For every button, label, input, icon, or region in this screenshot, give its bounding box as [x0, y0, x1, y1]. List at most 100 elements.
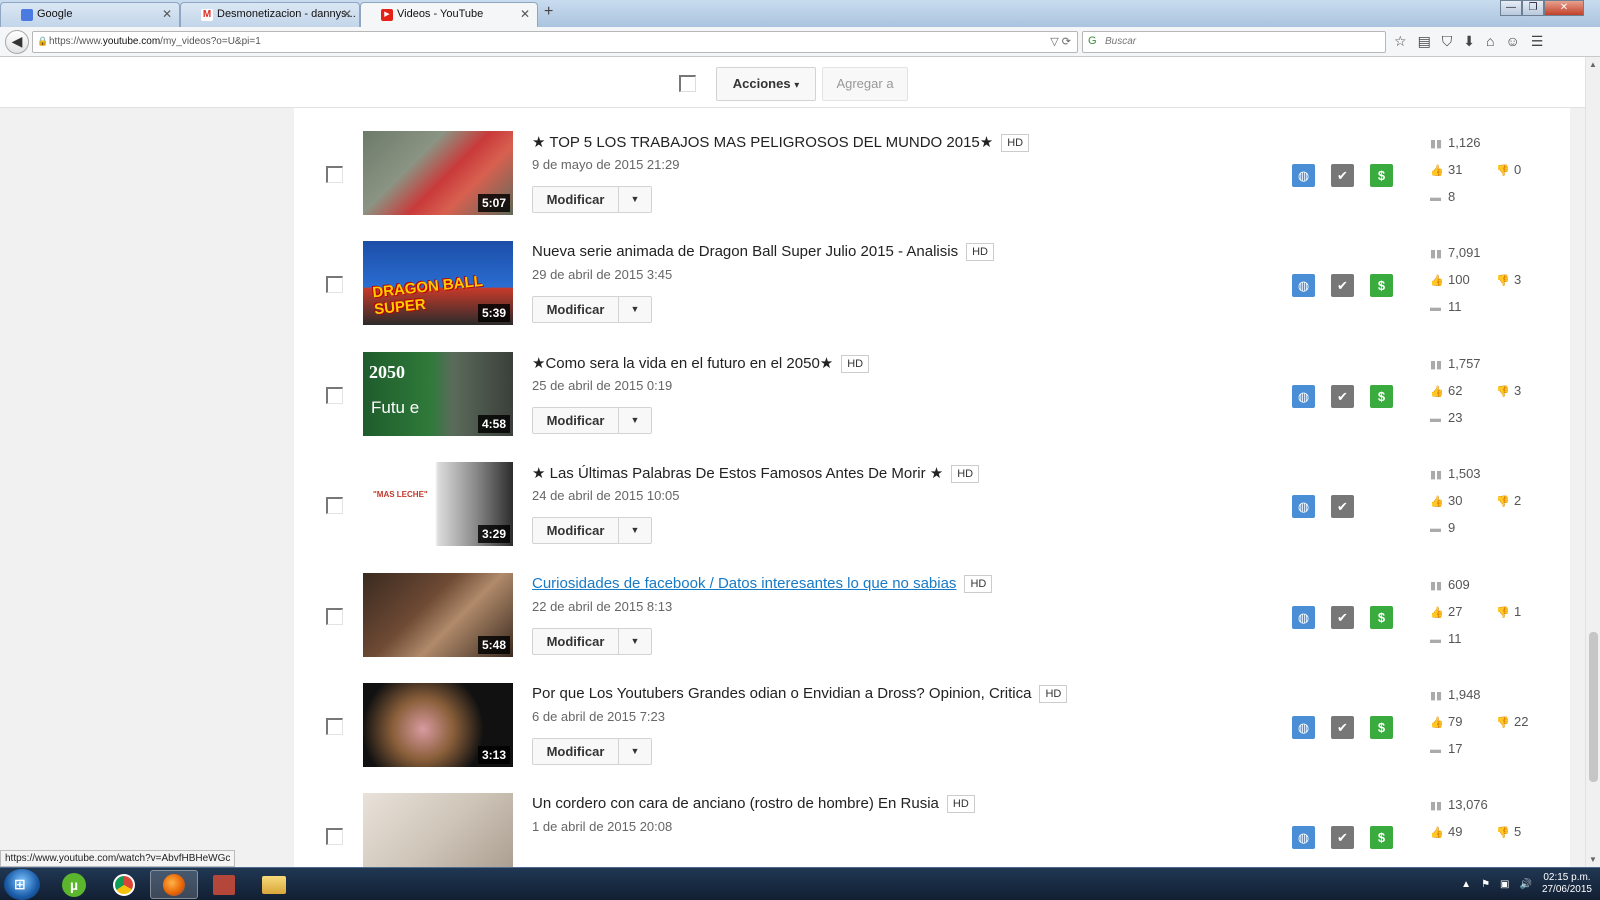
check-icon[interactable]: ✔: [1331, 164, 1354, 187]
modify-dropdown-icon[interactable]: ▼: [619, 297, 651, 322]
video-duration: 4:58: [477, 414, 510, 433]
public-globe-icon[interactable]: ◍: [1292, 164, 1315, 187]
video-title[interactable]: Por que Los Youtubers Grandes odian o En…: [532, 685, 1068, 703]
video-thumbnail[interactable]: [363, 793, 513, 867]
chrome-taskbar-icon[interactable]: [100, 870, 148, 899]
tray-arrow-icon[interactable]: ▲: [1461, 879, 1471, 890]
new-tab-icon[interactable]: +: [544, 3, 553, 21]
hd-badge: HD: [964, 574, 993, 593]
modify-button-group: Modificar ▼: [532, 738, 652, 765]
video-title[interactable]: ★Como sera la vida en el futuro en el 20…: [532, 354, 870, 373]
reading-list-icon[interactable]: ▤: [1418, 33, 1431, 50]
video-checkbox[interactable]: [326, 607, 343, 625]
public-globe-icon[interactable]: ◍: [1292, 384, 1315, 408]
tab-gmail[interactable]: M Desmonetizacion - dannys... ✕: [180, 2, 360, 27]
public-globe-icon[interactable]: ◍: [1292, 826, 1315, 850]
dollar-icon[interactable]: $: [1370, 605, 1393, 629]
modify-button[interactable]: Modificar: [533, 407, 619, 433]
modify-dropdown-icon[interactable]: ▼: [619, 629, 651, 654]
check-icon[interactable]: ✔: [1331, 274, 1354, 298]
video-thumbnail[interactable]: 5:07: [363, 131, 513, 215]
video-thumbnail[interactable]: "MAS LECHE" 3:29: [363, 462, 513, 547]
download-icon[interactable]: ⬇: [1463, 33, 1475, 50]
check-icon[interactable]: ✔: [1331, 605, 1354, 629]
menu-icon[interactable]: ☰: [1531, 33, 1544, 50]
video-title[interactable]: Un cordero con cara de anciano (rostro d…: [532, 795, 975, 814]
home-icon[interactable]: ⌂: [1486, 33, 1494, 50]
modify-dropdown-icon[interactable]: ▼: [619, 408, 651, 433]
video-checkbox[interactable]: [326, 828, 343, 846]
scroll-up-icon[interactable]: ▲: [1589, 60, 1597, 69]
scroll-down-icon[interactable]: ▼: [1589, 855, 1597, 864]
utorrent-taskbar-icon[interactable]: µ: [50, 870, 98, 899]
modify-dropdown-icon[interactable]: ▼: [619, 187, 651, 212]
modify-button[interactable]: Modificar: [533, 739, 619, 764]
dollar-icon[interactable]: $: [1370, 274, 1393, 298]
clock[interactable]: 02:15 p.m. 27/06/2015: [1542, 872, 1592, 896]
explorer-taskbar-icon[interactable]: [250, 870, 298, 899]
video-thumbnail[interactable]: 2050 Futu e 4:58: [363, 351, 513, 436]
back-button[interactable]: ◀: [5, 30, 29, 54]
close-window-icon[interactable]: ✕: [1544, 0, 1584, 16]
video-title[interactable]: ★ TOP 5 LOS TRABAJOS MAS PELIGROSOS DEL …: [532, 133, 1030, 152]
public-globe-icon[interactable]: ◍: [1292, 605, 1315, 629]
modify-dropdown-icon[interactable]: ▼: [619, 739, 651, 764]
dollar-icon[interactable]: $: [1370, 384, 1393, 408]
close-tab-icon[interactable]: ✕: [520, 7, 530, 21]
public-globe-icon[interactable]: ◍: [1292, 274, 1315, 298]
scroll-thumb[interactable]: [1589, 632, 1598, 782]
dollar-icon[interactable]: $: [1370, 826, 1393, 850]
video-checkbox[interactable]: [326, 276, 343, 294]
tab-google[interactable]: Google ✕: [0, 2, 180, 27]
system-tray: ▲ ⚑ ▣ 🔊 02:15 p.m. 27/06/2015: [1461, 872, 1592, 896]
dollar-icon[interactable]: $: [1370, 716, 1393, 739]
video-checkbox[interactable]: [326, 497, 343, 515]
video-checkbox[interactable]: [326, 166, 343, 183]
video-thumbnail[interactable]: 3:13: [363, 683, 513, 767]
modify-button[interactable]: Modificar: [533, 297, 619, 323]
chat-icon[interactable]: ☺: [1506, 33, 1520, 50]
modify-button[interactable]: Modificar: [533, 518, 619, 544]
video-title[interactable]: ★ Las Últimas Palabras De Estos Famosos …: [532, 464, 980, 484]
thumbs-up-icon: 👍: [1430, 385, 1444, 398]
close-tab-icon[interactable]: ✕: [162, 7, 172, 21]
public-globe-icon[interactable]: ◍: [1292, 495, 1315, 519]
url-bar[interactable]: 🔒 https://www.youtube.com/my_videos?o=U&…: [32, 31, 1078, 53]
windows-logo-icon: ⊞: [14, 876, 26, 892]
comment-icon: ▬: [1430, 633, 1441, 646]
check-icon[interactable]: ✔: [1331, 826, 1354, 850]
modify-dropdown-icon[interactable]: ▼: [619, 518, 651, 543]
video-thumbnail[interactable]: 5:48: [363, 572, 513, 657]
check-icon[interactable]: ✔: [1331, 384, 1354, 408]
flag-icon[interactable]: ⚑: [1481, 879, 1490, 890]
start-button[interactable]: ⊞: [4, 869, 40, 900]
close-tab-icon[interactable]: ✕: [342, 7, 352, 21]
video-title[interactable]: Curiosidades de facebook / Datos interes…: [532, 574, 993, 593]
video-checkbox[interactable]: [326, 718, 343, 735]
restore-icon[interactable]: ❐: [1522, 0, 1544, 16]
video-title[interactable]: Nueva serie animada de Dragon Ball Super…: [532, 243, 994, 262]
modify-button[interactable]: Modificar: [533, 187, 619, 212]
dollar-icon[interactable]: $: [1370, 164, 1393, 187]
pocket-icon[interactable]: ⛉: [1442, 33, 1453, 50]
bookmark-star-icon[interactable]: ☆: [1394, 33, 1407, 50]
select-all-checkbox[interactable]: [679, 75, 696, 92]
reload-icon[interactable]: ▽ ⟳: [1050, 35, 1071, 48]
video-date: 25 de abril de 2015 0:19: [532, 377, 673, 393]
acciones-button[interactable]: Acciones ▾: [716, 67, 816, 101]
media-taskbar-icon[interactable]: [200, 870, 248, 899]
public-globe-icon[interactable]: ◍: [1292, 716, 1315, 739]
video-thumbnail[interactable]: DRAGON BALL SUPER 5:39: [363, 241, 513, 326]
check-icon[interactable]: ✔: [1331, 716, 1354, 739]
vertical-scrollbar[interactable]: ▲ ▼: [1585, 57, 1600, 867]
volume-icon[interactable]: 🔊: [1519, 879, 1531, 890]
firefox-taskbar-icon[interactable]: [150, 870, 198, 899]
modify-button[interactable]: Modificar: [533, 628, 619, 654]
minimize-icon[interactable]: —: [1500, 0, 1522, 16]
tab-youtube[interactable]: ▶ Videos - YouTube ✕: [360, 2, 538, 27]
network-icon[interactable]: ▣: [1500, 879, 1509, 890]
agregar-a-button[interactable]: Agregar a: [822, 67, 908, 101]
check-icon[interactable]: ✔: [1331, 495, 1354, 519]
video-checkbox[interactable]: [326, 386, 343, 404]
search-input[interactable]: G Buscar: [1082, 31, 1386, 53]
